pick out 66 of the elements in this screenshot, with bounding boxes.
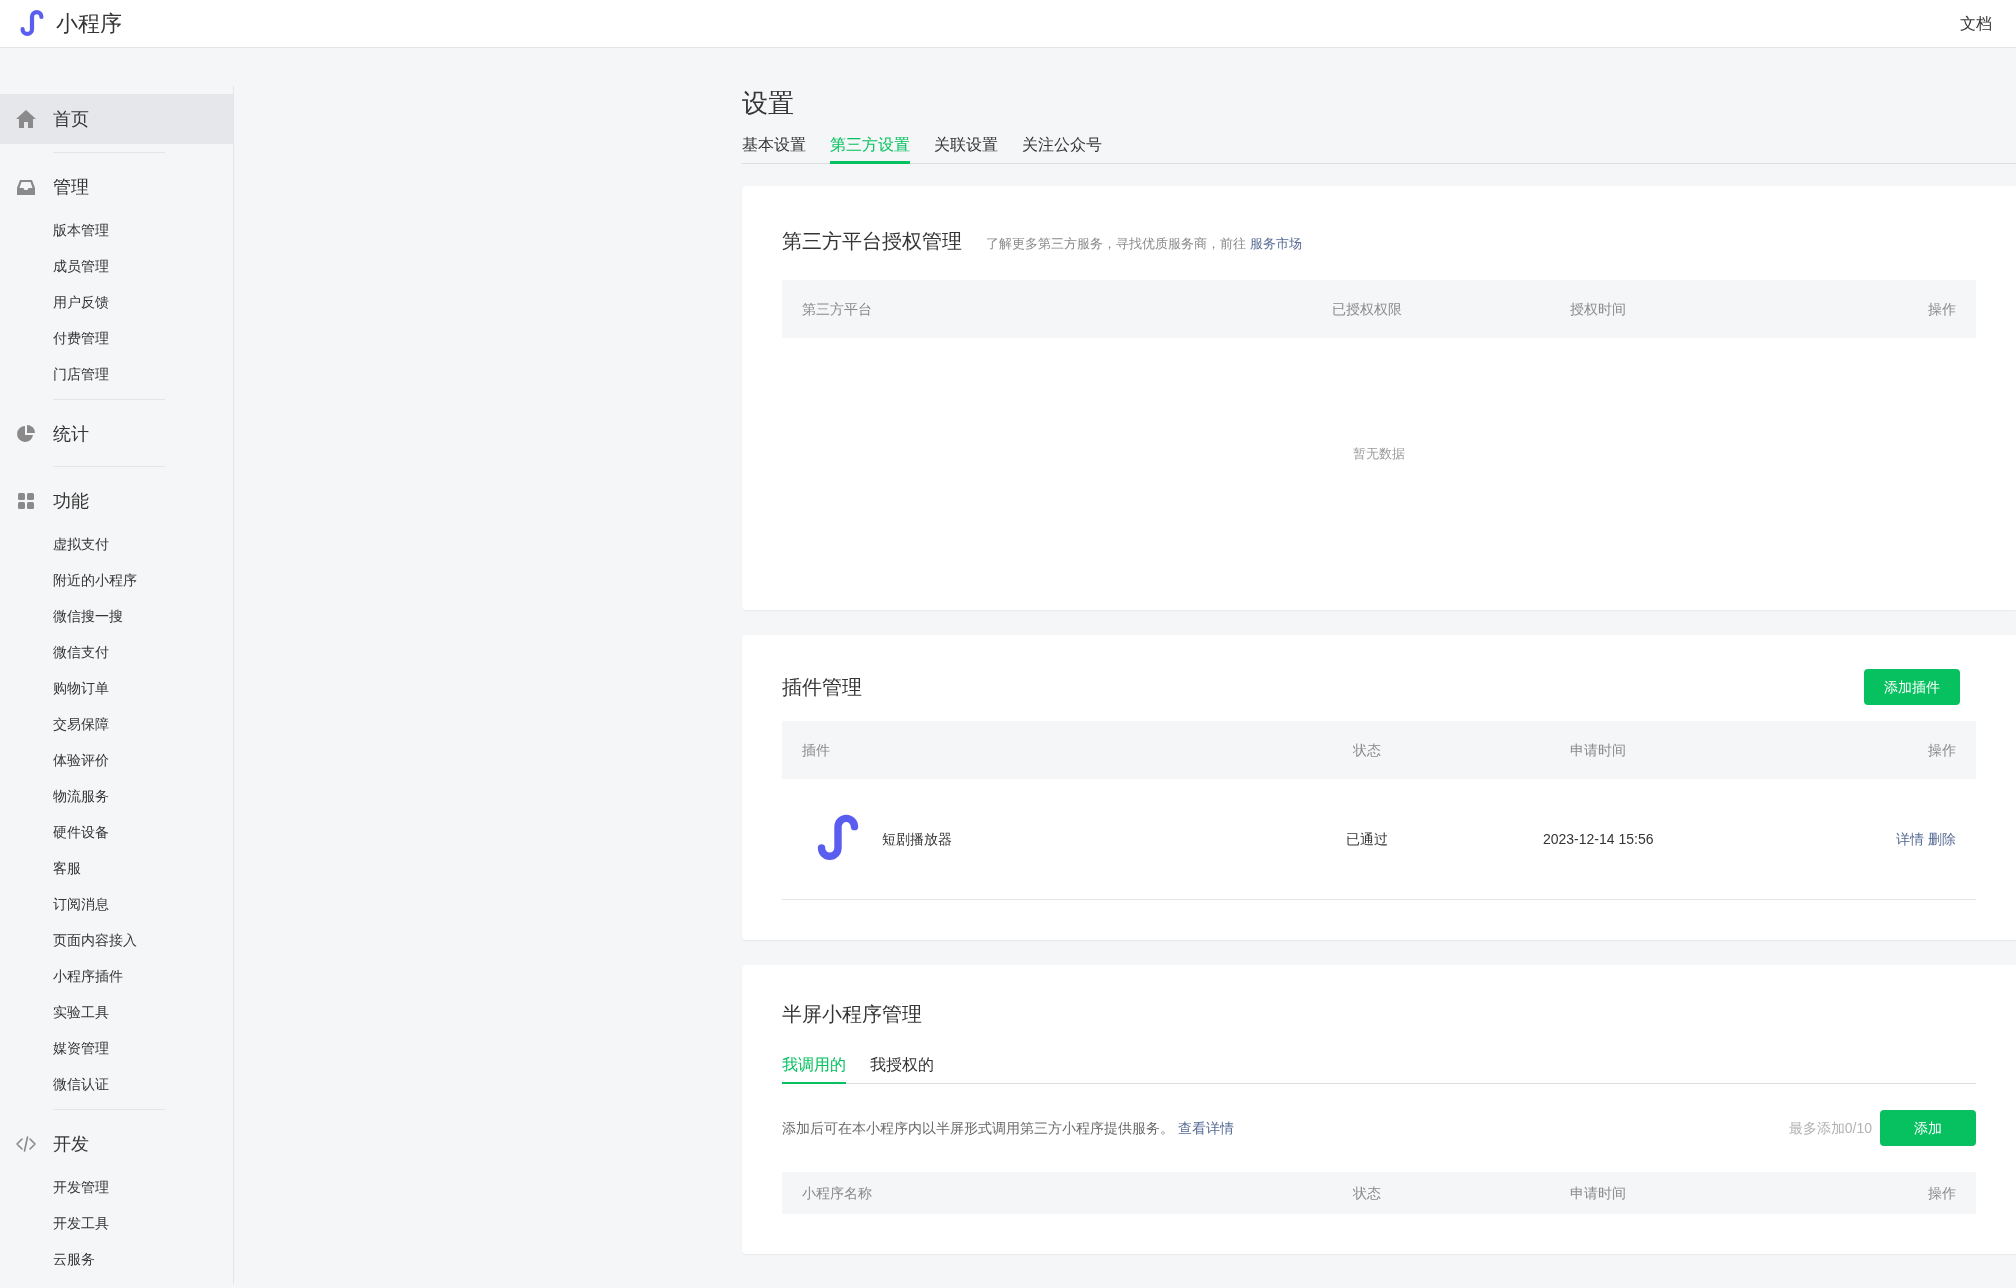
details-link[interactable]: 查看详情 (1177, 1119, 1234, 1136)
sidebar-item[interactable]: 实验工具 (53, 1001, 109, 1023)
sidebar-item[interactable]: 物流服务 (53, 785, 109, 807)
tab[interactable]: 基本设置 (742, 133, 806, 164)
column-header: 小程序名称 (802, 1184, 872, 1201)
sidebar-item[interactable]: 客服 (53, 857, 81, 879)
sidebar-item[interactable]: 媒资管理 (53, 1037, 109, 1059)
page-title: 设置 (742, 87, 795, 120)
tab[interactable]: 关注公众号 (1022, 133, 1102, 164)
column-header: 第三方平台 (802, 300, 872, 317)
column-header: 状态 (1353, 1184, 1382, 1201)
app-title: 小程序 (56, 10, 122, 38)
sidebar-item[interactable]: 开发管理 (53, 1176, 109, 1198)
sidebar-item[interactable]: 微信支付 (53, 641, 109, 663)
status-text: 已通过 (1346, 830, 1389, 847)
code-icon (15, 1133, 37, 1155)
market-link[interactable]: 服务市场 (1249, 236, 1302, 251)
limit-text: 最多添加0/10 (1788, 1118, 1872, 1138)
sidebar-item[interactable]: 付费管理 (53, 327, 109, 349)
docs-link[interactable]: 文档 (1960, 11, 1992, 36)
sidebar-heading[interactable]: 首页 (0, 94, 233, 144)
card-title: 第三方平台授权管理 (782, 229, 962, 254)
sidebar-item[interactable]: 微信搜一搜 (53, 605, 123, 627)
tab[interactable]: 关联设置 (934, 133, 998, 164)
grid-icon (15, 490, 37, 512)
card-title: 插件管理 (782, 675, 862, 700)
home-icon (15, 108, 37, 130)
column-header: 申请时间 (1570, 1184, 1627, 1201)
sidebar-heading[interactable]: 统计 (0, 409, 233, 459)
card-title: 半屏小程序管理 (782, 1002, 923, 1027)
column-header: 申请时间 (1570, 741, 1627, 758)
column-header: 已授权权限 (1332, 300, 1403, 317)
sidebar-item[interactable]: 虚拟支付 (53, 533, 109, 555)
action-link[interactable]: 详情 (1896, 828, 1924, 850)
sidebar-item[interactable]: 小程序插件 (53, 965, 123, 987)
sidebar-heading[interactable]: 管理 (0, 162, 233, 212)
plugin-name: 短剧播放器 (882, 829, 952, 849)
column-header: 操作 (1928, 300, 1956, 317)
sidebar-item[interactable]: 用户反馈 (53, 291, 109, 313)
sidebar-heading[interactable]: 功能 (0, 476, 233, 526)
sidebar-item[interactable]: 附近的小程序 (53, 569, 137, 591)
sidebar-item[interactable]: 页面内容接入 (53, 929, 137, 951)
column-header: 操作 (1928, 1184, 1956, 1201)
sidebar-item[interactable]: 体验评价 (53, 749, 109, 771)
sidebar-item[interactable]: 微信认证 (53, 1073, 109, 1095)
sidebar-item[interactable]: 交易保障 (53, 713, 109, 735)
time-text: 2023-12-14 15:56 (1542, 830, 1654, 847)
sidebar-item[interactable]: 版本管理 (53, 219, 109, 241)
sidebar-item[interactable]: 硬件设备 (53, 821, 109, 843)
action-link[interactable]: 删除 (1928, 828, 1956, 850)
description-text: 添加后可在本小程序内以半屏形式调用第三方小程序提供服务。 查看详情 (782, 1118, 1234, 1138)
sidebar-item[interactable]: 开发工具 (53, 1212, 109, 1234)
column-header: 状态 (1353, 741, 1382, 758)
pie-chart-icon (15, 423, 37, 445)
sidebar-heading[interactable]: 开发 (0, 1119, 233, 1169)
column-header: 授权时间 (1570, 300, 1627, 317)
empty-text: 暂无数据 (1353, 445, 1405, 464)
sidebar-item[interactable]: 成员管理 (53, 255, 109, 277)
tab[interactable]: 我授权的 (870, 1053, 934, 1084)
column-header: 插件 (802, 741, 830, 758)
sidebar-item[interactable]: 门店管理 (53, 363, 109, 385)
column-header: 操作 (1928, 741, 1956, 758)
sidebar-item[interactable]: 云服务 (53, 1248, 95, 1270)
sidebar-item[interactable]: 购物订单 (53, 677, 109, 699)
sidebar-item[interactable]: 订阅消息 (53, 893, 109, 915)
hint-text: 了解更多第三方服务，寻找优质服务商，前往 服务市场 (986, 235, 1302, 253)
